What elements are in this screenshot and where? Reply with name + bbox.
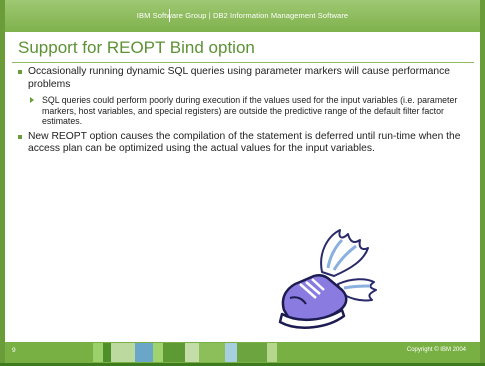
bullet-text: New REOPT option causes the compilation … bbox=[28, 130, 461, 155]
winged-shoe-icon bbox=[278, 229, 377, 329]
slide-footer: 9 Copyright © IBM 2004 bbox=[5, 342, 480, 363]
slide: IBM Software Group | DB2 Information Man… bbox=[0, 0, 485, 366]
page-number: 9 bbox=[12, 347, 16, 354]
triangle-bullet-icon bbox=[30, 97, 34, 103]
copyright-text: Copyright © IBM 2004 bbox=[406, 347, 466, 353]
slide-title: Support for REOPT Bind option bbox=[18, 38, 255, 57]
sub-bullet-item: SQL queries could perform poorly during … bbox=[18, 95, 470, 127]
square-bullet-icon bbox=[18, 134, 22, 139]
header-text: IBM Software Group | DB2 Information Man… bbox=[136, 11, 349, 20]
title-rule bbox=[12, 62, 474, 63]
footer-image-strip bbox=[93, 343, 277, 362]
square-bullet-icon bbox=[18, 70, 22, 74]
bullet-list: Occasionally running dynamic SQL queries… bbox=[18, 66, 470, 160]
slide-header: IBM Software Group | DB2 Information Man… bbox=[5, 0, 480, 32]
bullet-text: Occasionally running dynamic SQL queries… bbox=[28, 66, 450, 90]
bullet-item: Occasionally running dynamic SQL queries… bbox=[18, 66, 470, 91]
bullet-item: New REOPT option causes the compilation … bbox=[18, 131, 470, 156]
slide-border-right bbox=[480, 0, 485, 366]
sub-bullet-text: SQL queries could perform poorly during … bbox=[42, 95, 458, 126]
slide-border-left bbox=[0, 0, 5, 366]
